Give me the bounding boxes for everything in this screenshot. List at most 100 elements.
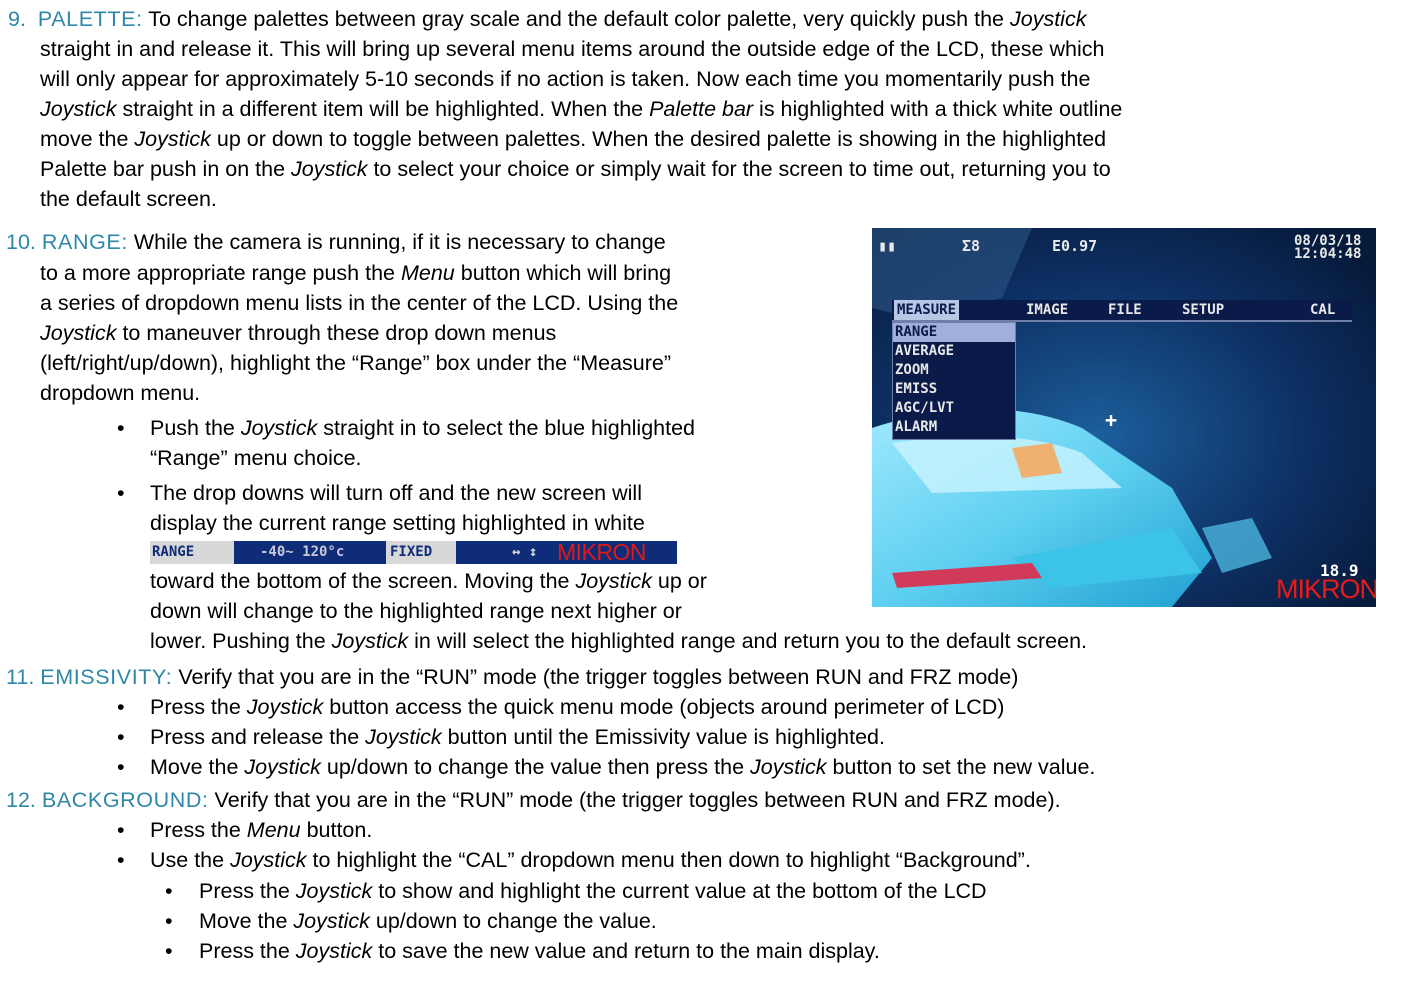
section-heading: RANGE: [41,230,128,254]
bullet: • [165,909,173,933]
lcd-emissivity: E0.97 [1052,237,1098,255]
section-11-bullet-2: Press and release the Joystick button un… [150,723,885,751]
section-10-bullet-2: The drop downs will turn off and the new… [150,481,642,505]
body-text: button to set the new value. [826,755,1096,779]
body-text: Use the [150,848,231,872]
section-12-subbullet-1: Press the Joystick to show and highlight… [199,877,987,905]
body-text: Palette bar push in on the [40,157,292,181]
lcd-screenshot: ▮▮ Σ8 E0.97 08/03/18 12:04:48 MEASURE IM… [872,228,1376,607]
battery-icon: ▮▮ [878,237,897,255]
section-11-bullet-3: Move the Joystick up/down to change the … [150,753,1095,781]
section-9-line-5: move the Joystick up or down to toggle b… [40,125,1106,153]
section-9-line-6: Palette bar push in on the Joystick to s… [40,155,1111,183]
body-text: to highlight the “CAL” dropdown menu the… [306,848,1031,872]
range-bar-image: RANGE -40~ 120°c FIXED ↔ ↕ MIKRON [150,541,677,564]
bullet: • [117,695,125,719]
section-9-line-2: straight in and release it. This will br… [40,37,1105,61]
section-10-bullet-2-line-3: toward the bottom of the screen. Moving … [150,567,707,595]
body-italic: Joystick [40,321,117,345]
body-text: up/down to change the value. [369,909,657,933]
body-text: up/down to change the value then press t… [320,755,750,779]
crosshair-icon: + [1105,408,1118,432]
section-11-line-1: 11. EMISSIVITY: Verify that you are in t… [6,663,1018,691]
section-heading: BACKGROUND: [41,788,209,812]
body-text: Verify that you are in the “RUN” mode (t… [208,788,1061,812]
lcd-menu-measure: MEASURE [894,300,960,320]
body-text: to select your choice or simply wait for… [367,157,1111,181]
body-text: to a more appropriate range push the [40,261,401,285]
body-text: Push the [150,416,241,440]
section-10-line-3: a series of dropdown menu lists in the c… [40,291,679,315]
section-10-bullet-1-cont: “Range” menu choice. [150,446,362,470]
lcd-dropdown: RANGE AVERAGE ZOOM EMISS AGC/LVT ALARM [892,322,1016,440]
section-11-bullet-1: Press the Joystick button access the qui… [150,693,1004,721]
section-12-line-1: 12. BACKGROUND: Verify that you are in t… [6,786,1061,814]
section-10-bullet-2-cont: display the current range setting highli… [150,511,645,535]
lcd-dropdown-item: ALARM [895,419,938,435]
section-12-bullet-2: Use the Joystick to highlight the “CAL” … [150,846,1031,874]
body-text: straight in to select the blue highlight… [317,416,696,440]
body-text: Press the [150,695,247,719]
range-arrows-icon: ↔ ↕ [512,544,538,560]
bullet: • [117,416,125,440]
body-text: Move the [199,909,294,933]
section-12-subbullet-2: Move the Joystick up/down to change the … [199,907,657,935]
lcd-time: 12:04:48 [1294,246,1362,262]
section-heading: PALETTE: [37,7,143,31]
body-text: in will select the highlighted range and… [408,629,1088,653]
body-italic: Joystick [750,755,827,779]
bullet: • [117,481,125,505]
body-text: move the [40,127,135,151]
body-text: toward the bottom of the screen. Moving … [150,569,576,593]
lcd-menu-file: FILE [1108,302,1142,318]
range-label: RANGE [150,541,234,564]
range-brand-logo: MIKRON [557,541,647,564]
section-12-subbullet-3: Press the Joystick to save the new value… [199,937,880,965]
body-italic: Joystick [295,879,373,903]
body-italic: Joystick [230,848,307,872]
section-10-bullet-1: Push the Joystick straight in to select … [150,414,695,442]
body-italic: Palette bar [649,97,754,121]
section-9-line-1: 9. PALETTE: To change palettes between g… [8,5,1086,33]
body-text: Press and release the [150,725,366,749]
body-italic: Joystick [365,725,442,749]
section-number: 11. [6,665,35,689]
section-12-bullet-1: Press the Menu button. [150,816,372,844]
bullet: • [117,848,125,872]
body-text: up or down to toggle between palettes. W… [210,127,1107,151]
body-text: To change palettes between gray scale an… [142,7,1010,31]
body-text: button until the Emissivity value is hig… [441,725,885,749]
lcd-dropdown-item: ZOOM [895,362,929,378]
body-italic: Joystick [240,416,318,440]
body-italic: Joystick [1009,7,1087,31]
body-italic: Menu [246,818,301,842]
range-value: -40~ 120°c [260,544,345,560]
section-10-line-4: Joystick to maneuver through these drop … [40,319,556,347]
body-italic: Joystick [291,157,368,181]
bullet: • [117,818,125,842]
section-9-line-3: will only appear for approximately 5-10 … [40,67,1091,91]
section-10-bullet-2-line-4: down will change to the highlighted rang… [150,599,682,623]
body-italic: Joystick [244,755,321,779]
body-text: Press the [199,939,296,963]
section-number: 10. [6,230,36,254]
body-text: Verify that you are in the “RUN” mode (t… [172,665,1019,689]
bullet: • [165,879,173,903]
body-text: to show and highlight the current value … [372,879,987,903]
body-italic: Joystick [134,127,211,151]
body-italic: Joystick [40,97,117,121]
body-text: Move the [150,755,245,779]
section-10-line-2: to a more appropriate range push the Men… [40,259,671,287]
lcd-menu-image: IMAGE [1026,302,1069,318]
section-heading: EMISSIVITY: [40,665,173,689]
bullet: • [165,939,173,963]
section-9-line-7: the default screen. [40,187,217,211]
bullet: • [117,755,125,779]
body-italic: Joystick [575,569,652,593]
body-italic: Joystick [293,909,370,933]
body-text: is highlighted with a thick white outlin… [753,97,1123,121]
section-number: 12. [6,788,36,812]
body-text: Press the [199,879,296,903]
section-9-line-4: Joystick straight in a different item wi… [40,95,1122,123]
section-10-line-1: 10. RANGE: While the camera is running, … [6,228,666,256]
